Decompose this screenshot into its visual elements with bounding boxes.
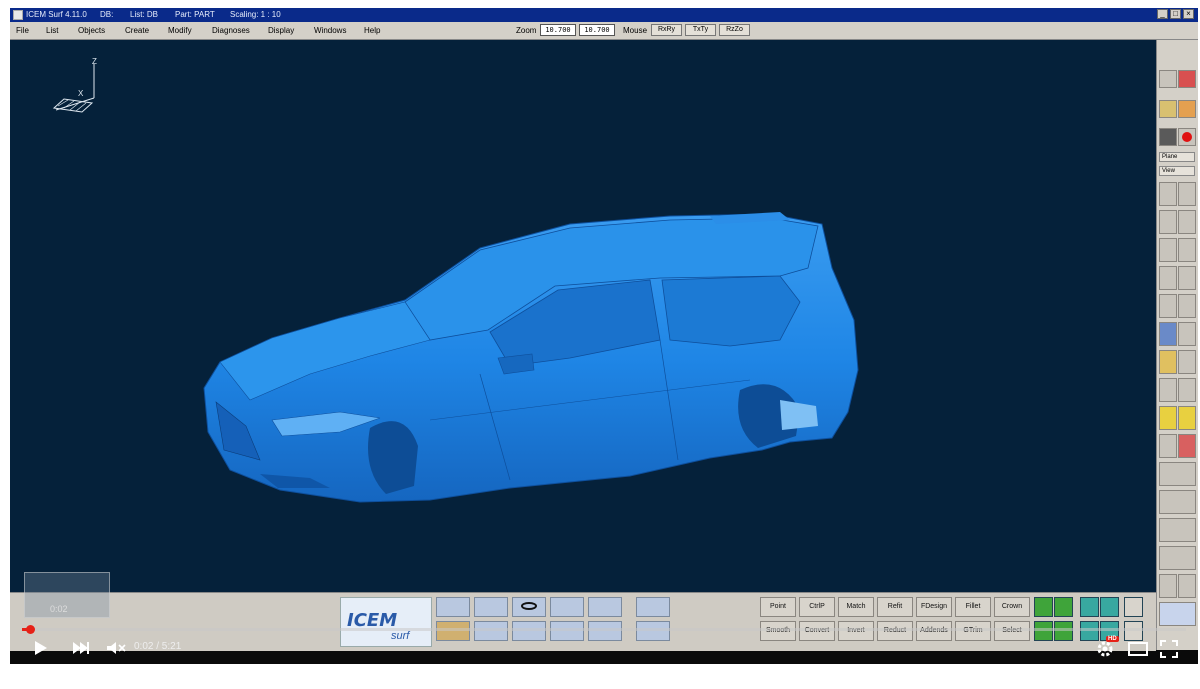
pencil-icon[interactable]: [588, 597, 622, 617]
plane-dropdown[interactable]: Plane: [1159, 152, 1195, 162]
video-frame[interactable]: ICEM Surf 4.11.0 DB: List: DB Part: PART…: [10, 8, 1198, 664]
progress-bar[interactable]: [22, 625, 1186, 634]
section-icon[interactable]: [1178, 434, 1196, 458]
axis-view-z-icon[interactable]: [1159, 182, 1177, 206]
curve-tool-1-icon[interactable]: [1124, 597, 1143, 617]
close-button[interactable]: ×: [1183, 9, 1194, 19]
axis-view-yx-icon[interactable]: [1178, 210, 1196, 234]
shading-split-icon[interactable]: [1159, 434, 1177, 458]
menu-modify[interactable]: Modify: [168, 26, 192, 35]
zoom-field-2[interactable]: 10.700: [579, 24, 615, 36]
grid-view-icon[interactable]: [1178, 322, 1196, 346]
fillet-button[interactable]: Fillet: [955, 597, 991, 617]
fdesign-button[interactable]: FDesign: [916, 597, 952, 617]
menu-objects[interactable]: Objects: [78, 26, 105, 35]
smiley-alt-icon[interactable]: [1178, 406, 1196, 430]
crown-button[interactable]: Crown: [994, 597, 1030, 617]
smiley-icon[interactable]: [1159, 406, 1177, 430]
capsule-icon[interactable]: [1178, 350, 1196, 374]
scrub-handle[interactable]: [26, 625, 35, 634]
minimize-button[interactable]: _: [1157, 9, 1168, 19]
connect-arrows-icon[interactable]: [1159, 518, 1196, 542]
axis-view-xz-icon[interactable]: [1178, 238, 1196, 262]
flag-icon[interactable]: [436, 597, 470, 617]
view-dropdown[interactable]: View: [1159, 166, 1195, 176]
surface-tool-4-icon[interactable]: [1100, 597, 1119, 617]
menu-display[interactable]: Display: [268, 26, 294, 35]
sphere-icon[interactable]: [1159, 100, 1177, 118]
axis-view-y-icon[interactable]: [1159, 210, 1177, 234]
axis-view-zx-icon[interactable]: [1178, 182, 1196, 206]
settings-gear-icon[interactable]: [1095, 639, 1115, 659]
eraser-icon[interactable]: [1159, 322, 1177, 346]
player-controls: 0:02 / 5:21 HD: [10, 634, 1198, 664]
time-display: 0:02 / 5:21: [134, 641, 182, 652]
zoom-out-icon[interactable]: [1159, 378, 1177, 402]
brush-icon[interactable]: [1178, 100, 1196, 118]
theater-mode-icon[interactable]: [1128, 642, 1148, 656]
light-icon[interactable]: [1159, 350, 1177, 374]
db-label: DB:: [100, 10, 114, 19]
menu-create[interactable]: Create: [125, 26, 149, 35]
list-label: List: DB: [130, 10, 159, 19]
record-icon[interactable]: [1178, 128, 1196, 146]
snowflake-icon[interactable]: [636, 597, 670, 617]
scaling-label: Scaling: 1 : 10: [230, 10, 281, 19]
zoom-field-1[interactable]: 10.700: [540, 24, 576, 36]
title-bar: ICEM Surf 4.11.0 DB: List: DB Part: PART…: [10, 8, 1198, 22]
zoom-label: Zoom: [516, 26, 537, 35]
brand-icon[interactable]: [1159, 602, 1196, 626]
menu-list[interactable]: List: [46, 26, 58, 35]
menu-help[interactable]: Help: [364, 26, 380, 35]
cube-eye-icon[interactable]: [474, 597, 508, 617]
ctrlp-button[interactable]: CtrlP: [799, 597, 835, 617]
dark-sphere-icon[interactable]: [1159, 128, 1177, 146]
paint-icon[interactable]: [1178, 70, 1196, 88]
curve-grid-icon[interactable]: [1159, 546, 1196, 570]
magnify-icon[interactable]: [1159, 490, 1196, 514]
play-icon[interactable]: [34, 640, 48, 656]
layers-icon[interactable]: [550, 597, 584, 617]
point-button[interactable]: Point: [760, 597, 796, 617]
next-icon[interactable]: [72, 641, 90, 655]
axis-view-iso-icon[interactable]: [1159, 266, 1177, 290]
fullscreen-icon[interactable]: [1160, 640, 1178, 658]
axis-view-x-icon[interactable]: [1159, 238, 1177, 262]
refit-button[interactable]: Refit: [877, 597, 913, 617]
zoom-in-icon[interactable]: [1178, 378, 1196, 402]
corner-alt-icon[interactable]: [1178, 574, 1196, 598]
perspective-grid-icon[interactable]: [1178, 294, 1196, 318]
eye-icon[interactable]: [512, 597, 546, 617]
app-title: ICEM Surf 4.11.0: [26, 10, 87, 19]
frame-fit-icon[interactable]: [1159, 462, 1196, 486]
app-icon: [13, 10, 23, 20]
menu-file[interactable]: File: [16, 26, 29, 35]
part-label: Part: PART: [175, 10, 215, 19]
mute-icon[interactable]: [106, 641, 126, 655]
perspective-icon[interactable]: [1159, 294, 1177, 318]
axis-view-iso2-icon[interactable]: [1178, 266, 1196, 290]
menu-windows[interactable]: Windows: [314, 26, 346, 35]
car-model: [203, 212, 859, 503]
mouse-rzzo-button[interactable]: RzZo: [719, 24, 750, 36]
corner-icon[interactable]: [1159, 574, 1177, 598]
screen-icon[interactable]: [1159, 70, 1177, 88]
hd-badge: HD: [1106, 636, 1119, 642]
mouse-txty-button[interactable]: TxTy: [685, 24, 716, 36]
menu-diagnoses[interactable]: Diagnoses: [212, 26, 250, 35]
right-toolbar: Plane View: [1156, 40, 1198, 650]
surface-tool-1-icon[interactable]: [1034, 597, 1053, 617]
surface-tool-2-icon[interactable]: [1054, 597, 1073, 617]
menu-bar: File List Objects Create Modify Diagnose…: [10, 22, 1198, 40]
mouse-label: Mouse: [623, 26, 648, 35]
surface-tool-3-icon[interactable]: [1080, 597, 1099, 617]
mouse-rxry-button[interactable]: RxRy: [651, 24, 682, 36]
3d-viewport[interactable]: Z X: [10, 40, 1156, 592]
maximize-button[interactable]: □: [1170, 9, 1181, 19]
match-button[interactable]: Match: [838, 597, 874, 617]
preview-time: 0:02: [50, 604, 68, 614]
